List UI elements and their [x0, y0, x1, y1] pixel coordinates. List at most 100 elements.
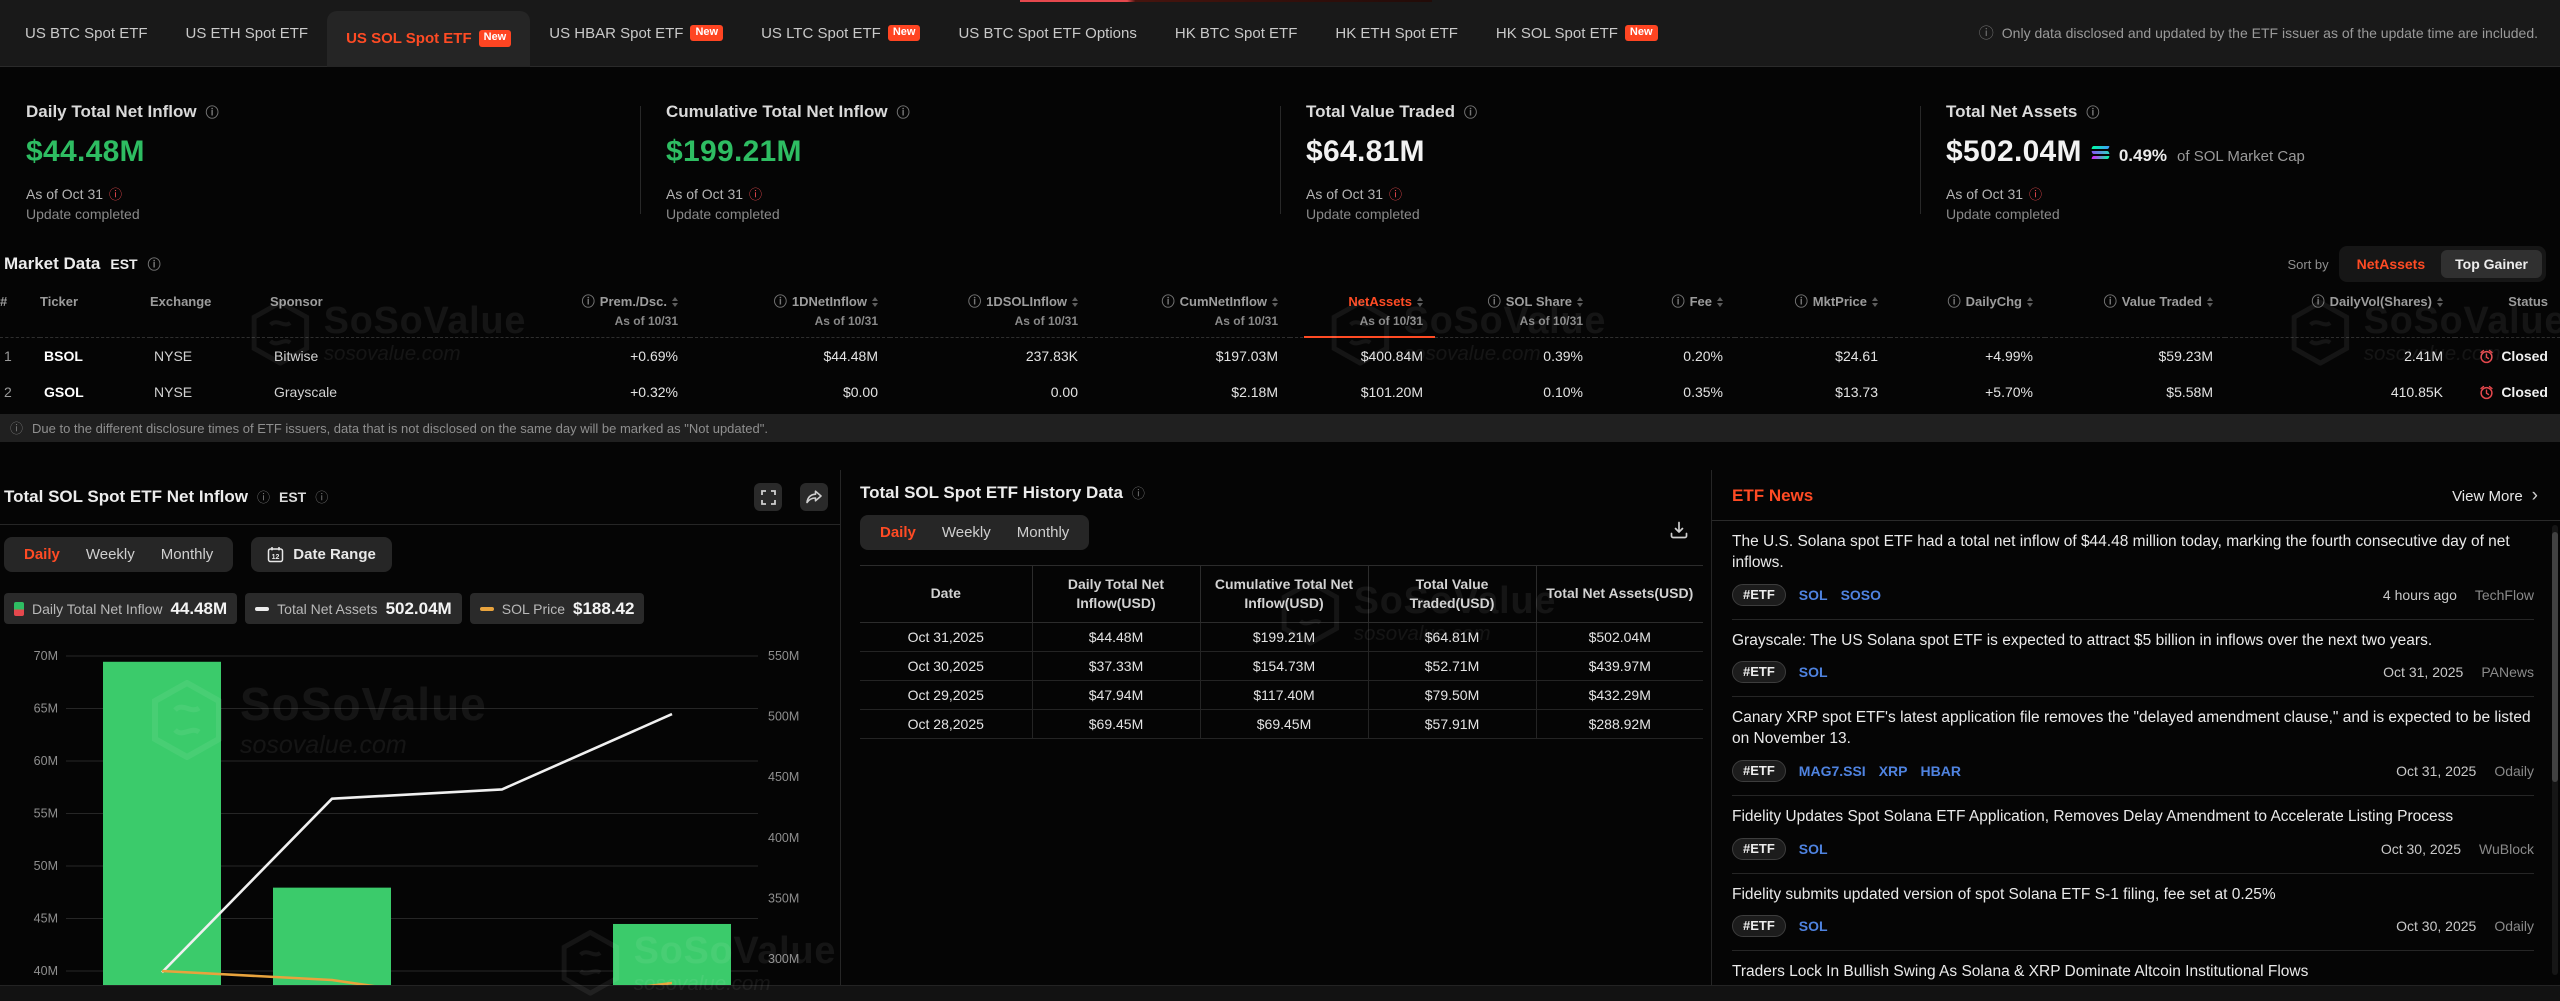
column-header-fee[interactable]: ⓘFee [1595, 288, 1735, 338]
info-icon[interactable]: ⓘ [1795, 295, 1808, 308]
column-header-1dsolinflow[interactable]: ⓘ1DSOLInflowAs of 10/31 [890, 288, 1090, 338]
column-header-prem-dsc-[interactable]: ⓘPrem./Dsc.As of 10/31 [430, 288, 690, 338]
info-icon[interactable]: ⓘ [897, 106, 910, 119]
nav-tab-hk-sol-spot-etf[interactable]: HK SOL Spot ETFNew [1477, 0, 1677, 67]
history-tab-monthly[interactable]: Monthly [1004, 524, 1083, 541]
inflow-bar-oct-29-2025[interactable] [273, 888, 391, 985]
info-icon[interactable]: ⓘ [968, 295, 981, 308]
info-icon[interactable]: ⓘ [206, 106, 219, 119]
column-header-dailychg[interactable]: ⓘDailyChg [1890, 288, 2045, 338]
fullscreen-button[interactable] [754, 483, 782, 511]
nav-tab-us-ltc-spot-etf[interactable]: US LTC Spot ETFNew [742, 0, 939, 67]
info-icon[interactable]: ⓘ [1464, 106, 1477, 119]
column-header-mktprice[interactable]: ⓘMktPrice [1735, 288, 1890, 338]
net-assets-cell: $400.84M [1290, 338, 1435, 375]
news-item-4[interactable]: Fidelity Updates Spot Solana ETF Applica… [1732, 796, 2534, 874]
coin-tag-sol[interactable]: SOL [1799, 664, 1828, 680]
alert-info-icon[interactable]: ⓘ [109, 188, 122, 201]
info-icon[interactable]: ⓘ [1132, 487, 1145, 500]
etf-tag[interactable]: #ETF [1732, 661, 1786, 683]
info-icon[interactable]: ⓘ [257, 491, 270, 504]
inflow-bar-oct-31-2025[interactable] [613, 924, 731, 985]
column-header-value-traded[interactable]: ⓘValue Traded [2045, 288, 2225, 338]
alert-info-icon[interactable]: ⓘ [749, 188, 762, 201]
history-tab-daily[interactable]: Daily [867, 524, 929, 541]
inflow-bar-oct-28-2025[interactable] [103, 662, 221, 985]
info-icon[interactable]: ⓘ [2104, 295, 2117, 308]
nav-tab-us-btc-spot-etf[interactable]: US BTC Spot ETF [6, 0, 167, 67]
sort-option-netassets[interactable]: NetAssets [2343, 250, 2439, 278]
info-icon[interactable]: ⓘ [2312, 295, 2325, 308]
column-header-netassets[interactable]: NetAssetsAs of 10/31 [1290, 288, 1435, 338]
news-item-6[interactable]: Traders Lock In Bullish Swing As Solana … [1732, 951, 2534, 981]
history-row-oct-31-2025[interactable]: Oct 31,2025$44.48M$199.21M$64.81M$502.04… [860, 622, 1703, 651]
column-header-cumnetinflow[interactable]: ⓘCumNetInflowAs of 10/31 [1090, 288, 1290, 338]
info-icon[interactable]: ⓘ [1488, 295, 1501, 308]
column-header--: # [0, 288, 40, 338]
news-item-2[interactable]: Grayscale: The US Solana spot ETF is exp… [1732, 620, 2534, 698]
sort-caret-icon[interactable] [2437, 297, 2443, 307]
alert-info-icon[interactable]: ⓘ [1389, 188, 1402, 201]
stat-card-title-text: Total Value Traded [1306, 102, 1455, 122]
market-table-row-gsol[interactable]: 2GSOLNYSEGrayscale+0.32%$0.000.00$2.18M$… [0, 374, 2560, 410]
news-item-1[interactable]: The U.S. Solana spot ETF had a total net… [1732, 521, 2534, 620]
news-item-3[interactable]: Canary XRP spot ETF's latest application… [1732, 697, 2534, 796]
coin-tag-hbar[interactable]: HBAR [1921, 763, 1961, 779]
nav-tab-us-hbar-spot-etf[interactable]: US HBAR Spot ETFNew [530, 0, 742, 67]
coin-tag-sol[interactable]: SOL [1799, 918, 1828, 934]
chart-tab-monthly[interactable]: Monthly [148, 546, 227, 563]
info-icon[interactable]: ⓘ [2086, 106, 2099, 119]
etf-tag[interactable]: #ETF [1732, 915, 1786, 937]
coin-tag-sol[interactable]: SOL [1799, 587, 1828, 603]
sort-option-top-gainer[interactable]: Top Gainer [2441, 250, 2542, 278]
info-icon[interactable]: ⓘ [1162, 295, 1175, 308]
history-tab-weekly[interactable]: Weekly [929, 524, 1004, 541]
sort-caret-icon[interactable] [1272, 297, 1278, 307]
sort-caret-icon[interactable] [672, 297, 678, 307]
nav-tab-us-eth-spot-etf[interactable]: US ETH Spot ETF [167, 0, 328, 67]
info-icon[interactable]: ⓘ [1672, 295, 1685, 308]
net-inflow-chart[interactable]: 70M65M60M55M50M45M40M550M500M450M400M350… [0, 612, 841, 985]
etf-tag[interactable]: #ETF [1732, 760, 1786, 782]
sort-caret-icon[interactable] [1717, 297, 1723, 307]
nav-tab-hk-btc-spot-etf[interactable]: HK BTC Spot ETF [1156, 0, 1317, 67]
info-icon[interactable]: ⓘ [1948, 295, 1961, 308]
chart-tab-daily[interactable]: Daily [11, 546, 73, 563]
coin-tag-mag7-ssi[interactable]: MAG7.SSI [1799, 763, 1866, 779]
etf-tag[interactable]: #ETF [1732, 838, 1786, 860]
coin-tag-sol[interactable]: SOL [1799, 841, 1828, 857]
chart-tab-weekly[interactable]: Weekly [73, 546, 148, 563]
column-header-dailyvol-shares-[interactable]: ⓘDailyVol(Shares) [2225, 288, 2455, 338]
history-row-oct-29-2025[interactable]: Oct 29,2025$47.94M$117.40M$79.50M$432.29… [860, 680, 1703, 709]
info-icon[interactable]: ⓘ [148, 258, 161, 271]
sort-caret-icon[interactable] [1577, 297, 1583, 307]
sort-caret-icon[interactable] [2207, 297, 2213, 307]
coin-tag-soso[interactable]: SOSO [1841, 587, 1881, 603]
history-row-oct-28-2025[interactable]: Oct 28,2025$69.45M$69.45M$57.91M$288.92M [860, 709, 1703, 738]
info-icon[interactable]: ⓘ [315, 491, 328, 504]
date-range-button[interactable]: 12 Date Range [251, 537, 392, 572]
info-icon[interactable]: ⓘ [582, 295, 595, 308]
etf-nav-tabs: US BTC Spot ETFUS ETH Spot ETFUS SOL Spo… [0, 0, 1677, 67]
column-header-1dnetinflow[interactable]: ⓘ1DNetInflowAs of 10/31 [690, 288, 890, 338]
scrollbar-thumb[interactable] [2552, 532, 2558, 782]
nav-tab-us-btc-spot-etf-options[interactable]: US BTC Spot ETF Options [939, 0, 1155, 67]
sort-caret-icon[interactable] [872, 297, 878, 307]
download-button[interactable] [1669, 520, 1689, 545]
history-row-oct-30-2025[interactable]: Oct 30,2025$37.33M$154.73M$52.71M$439.97… [860, 651, 1703, 680]
sort-caret-icon[interactable] [2027, 297, 2033, 307]
coin-tag-xrp[interactable]: XRP [1879, 763, 1908, 779]
view-more-button[interactable]: View More › [2452, 485, 2538, 507]
nav-tab-us-sol-spot-etf[interactable]: US SOL Spot ETFNew [327, 11, 530, 67]
news-item-5[interactable]: Fidelity submits updated version of spot… [1732, 874, 2534, 952]
share-button[interactable] [800, 483, 828, 511]
sort-caret-icon[interactable] [1072, 297, 1078, 307]
sort-caret-icon[interactable] [1417, 297, 1423, 307]
etf-tag[interactable]: #ETF [1732, 584, 1786, 606]
alert-info-icon[interactable]: ⓘ [2029, 188, 2042, 201]
column-header-sol-share[interactable]: ⓘSOL ShareAs of 10/31 [1435, 288, 1595, 338]
market-table-row-bsol[interactable]: 1BSOLNYSEBitwise+0.69%$44.48M237.83K$197… [0, 338, 2560, 375]
info-icon[interactable]: ⓘ [774, 295, 787, 308]
nav-tab-hk-eth-spot-etf[interactable]: HK ETH Spot ETF [1316, 0, 1477, 67]
sort-caret-icon[interactable] [1872, 297, 1878, 307]
